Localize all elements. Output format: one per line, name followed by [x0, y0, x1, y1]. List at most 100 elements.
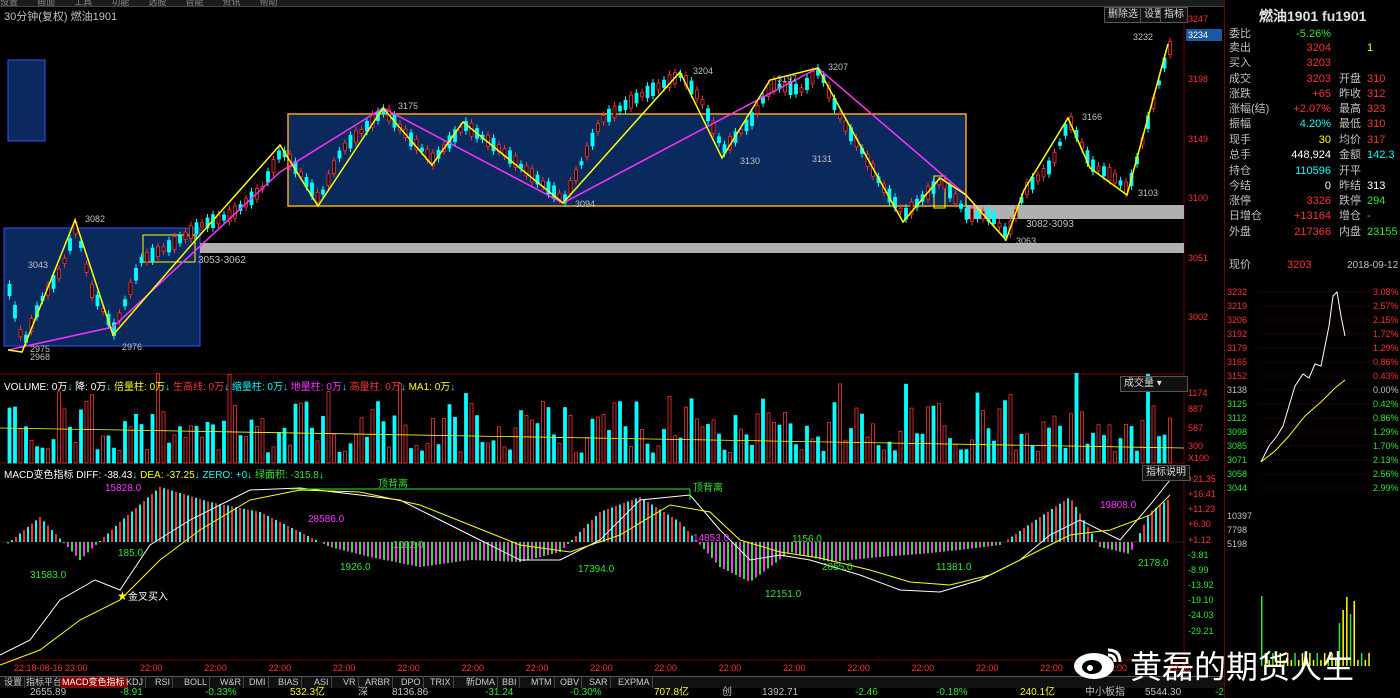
volume-bar: [321, 415, 325, 464]
mini-axis-pct: 0.86%: [1373, 413, 1399, 423]
menu-item[interactable]: 功能: [111, 0, 129, 6]
svg-text:587: 587: [1188, 423, 1203, 433]
intraday-mini-chart[interactable]: 3232 3219 3206 3192 3179 3165 3152 3138 3125 3112…: [1225, 286, 1400, 676]
menu-item[interactable]: 资讯: [222, 0, 240, 6]
zone-label-3053: 3053-3062: [198, 255, 246, 266]
volume-bar: [326, 391, 331, 464]
volume-bar: [1168, 417, 1172, 464]
volume-bar: [491, 440, 496, 464]
tab-10[interactable]: VR: [341, 677, 359, 688]
tab-2[interactable]: MACD变色指标: [60, 677, 128, 688]
macd-header: MACD变色指标 DIFF: -38.43↓ DEA: -37.25↓ ZERO…: [4, 470, 324, 481]
svg-text:1092.0: 1092.0: [393, 540, 424, 551]
instrument-title: 燃油1901 fu1901: [1259, 8, 1367, 24]
mini-axis-pct: 2.57%: [1373, 301, 1399, 311]
mini-axis-label: 3232: [1227, 287, 1247, 297]
volume-bar: [211, 424, 215, 464]
volume-bar: [145, 449, 149, 464]
volume-bar: [480, 442, 485, 464]
indicator-help-button[interactable]: 指标说明: [1142, 465, 1190, 481]
svg-text:3002: 3002: [1188, 312, 1208, 322]
intraday-avg-line: [1260, 379, 1346, 463]
mini-axis-pct: 2.56%: [1373, 469, 1399, 479]
menu-item[interactable]: 工具: [74, 0, 92, 6]
volume-bar: [898, 430, 903, 464]
menu-item[interactable]: 选股: [148, 0, 166, 6]
tab-16[interactable]: MTM: [529, 677, 555, 688]
quote-row: 成交 3203 开盘 310: [1229, 73, 1386, 85]
volume-bar: [706, 424, 710, 464]
volume-bar: [1124, 423, 1128, 464]
volume-bar: [546, 407, 551, 464]
volume-bar: [1003, 400, 1007, 464]
volume-bar: [750, 444, 754, 464]
svg-text:14853.0: 14853.0: [693, 533, 730, 544]
svg-text:22:18-08-16 23:00: 22:18-08-16 23:00: [14, 663, 88, 673]
time-axis-label: 22:00: [333, 663, 356, 673]
svg-text:-24.03: -24.03: [1188, 610, 1214, 620]
volume-bar: [1030, 445, 1035, 464]
volume-bar: [860, 413, 864, 464]
svg-text:3234: 3234: [1188, 30, 1208, 40]
mini-axis-pct: 1.70%: [1373, 441, 1399, 451]
volume-bar: [1107, 424, 1112, 464]
volume-bar: [1041, 421, 1046, 464]
volume-bar: [777, 424, 782, 464]
svg-text:1926.0: 1926.0: [340, 562, 371, 573]
volume-bar: [178, 426, 182, 464]
volume-bar: [942, 425, 947, 464]
mini-axis-label: 3219: [1227, 301, 1247, 311]
volume-bar: [772, 421, 776, 464]
volume-bar: [381, 421, 386, 464]
intraday-price-line: [1260, 290, 1346, 463]
svg-text:2055.0: 2055.0: [822, 562, 853, 573]
tab-4[interactable]: RSI: [153, 677, 174, 688]
volume-bar: [123, 421, 127, 464]
volume-bar: [733, 415, 738, 464]
tab-19[interactable]: EXPMA: [616, 677, 653, 688]
mini-axis-label: 3125: [1227, 399, 1247, 409]
volume-bar: [623, 426, 628, 464]
volume-bar: [854, 407, 859, 464]
tab-13[interactable]: TRIX: [428, 677, 454, 688]
volume-bar: [79, 409, 83, 464]
volume-bar: [1151, 405, 1156, 464]
delete-selection-button[interactable]: 删除选: [1104, 7, 1142, 23]
volume-bar: [1091, 432, 1095, 464]
volume-select[interactable]: 成交量 ▾: [1120, 376, 1188, 392]
tab-0[interactable]: 设置: [2, 677, 26, 688]
volume-bar: [788, 423, 793, 464]
volume-bar: [876, 445, 881, 464]
main-chart-canvas[interactable]: 3043 3082 2975 2968 2976 3175 3204 3197 …: [0, 0, 1224, 676]
menu-item[interactable]: 画面: [37, 0, 55, 6]
volume-bar: [838, 383, 842, 464]
quote-row: 现手 30 均价 317: [1229, 134, 1386, 146]
menu-item[interactable]: 智能: [185, 0, 203, 6]
volume-bar: [68, 426, 72, 464]
volume-bar: [282, 427, 287, 464]
indicator-button[interactable]: 指标: [1160, 7, 1188, 23]
svg-text:19808.0: 19808.0: [1100, 500, 1137, 511]
volume-bar: [365, 436, 369, 464]
quote-row: 持仓 110596 开平: [1229, 165, 1361, 177]
svg-text:X100: X100: [1188, 453, 1209, 463]
volume-bar: [728, 452, 732, 464]
volume-bar: [761, 398, 765, 464]
tab-7[interactable]: DMI: [247, 677, 269, 688]
menu-bar[interactable]: 设置 画面 工具 功能 选股 智能 资讯 帮助: [0, 0, 1400, 7]
mini-axis-pct: 2.13%: [1373, 455, 1399, 465]
menu-item[interactable]: 帮助: [260, 0, 278, 6]
volume-bar: [304, 401, 309, 464]
menu-item[interactable]: 设置: [0, 0, 18, 6]
volume-bar: [233, 405, 237, 464]
volume-bar: [260, 418, 265, 464]
volume-bar: [1080, 411, 1084, 464]
mini-volume-bar: [1357, 660, 1359, 666]
volume-bar: [915, 433, 919, 464]
svg-text:金叉买入: 金叉买入: [128, 590, 168, 603]
volume-bar: [95, 449, 100, 464]
volume-bar: [57, 391, 61, 464]
volume-bar: [931, 405, 936, 464]
svg-text:2178.0: 2178.0: [1138, 558, 1169, 569]
volume-bar: [172, 434, 177, 464]
